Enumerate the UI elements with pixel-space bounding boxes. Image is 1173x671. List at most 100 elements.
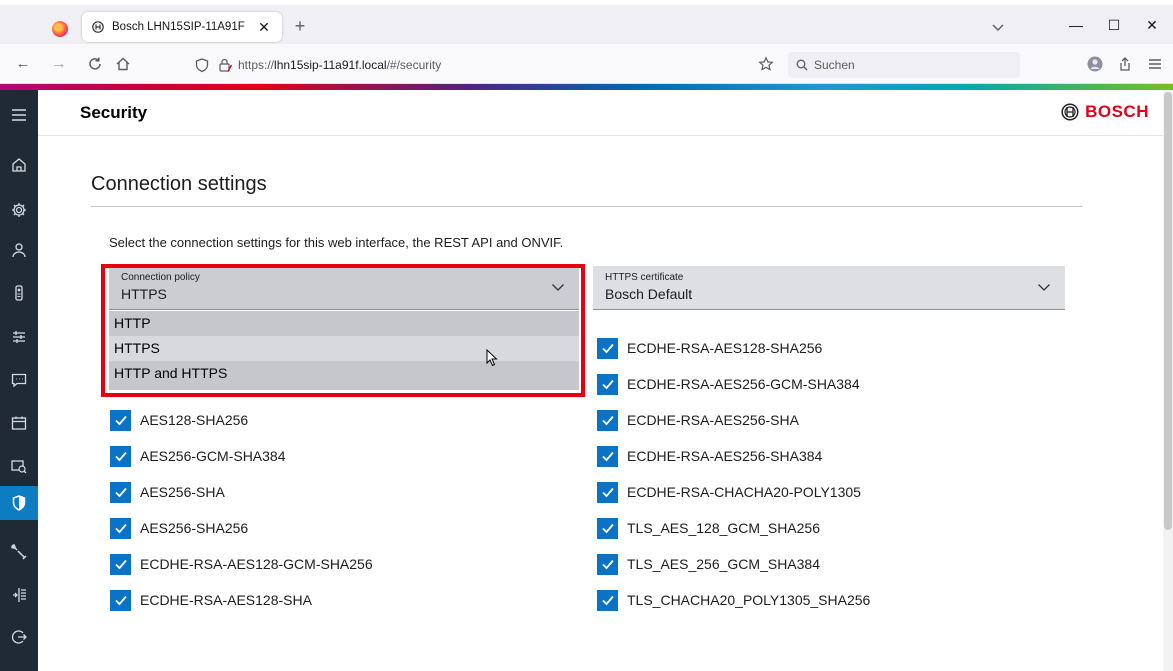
minimize-icon[interactable]: — bbox=[1066, 17, 1086, 33]
checkmark-icon bbox=[601, 559, 614, 570]
cipher-option[interactable]: ECDHE-RSA-AES256-SHA384 bbox=[597, 444, 822, 468]
address-bar[interactable]: https://lhn15sip-11a91f.local/#/security bbox=[182, 52, 782, 78]
page-header: Security BOSCH bbox=[38, 90, 1163, 136]
sidebar-item-user[interactable] bbox=[0, 233, 38, 267]
cipher-checkbox[interactable] bbox=[597, 445, 618, 467]
calendar-icon bbox=[11, 416, 27, 430]
checkmark-icon bbox=[114, 523, 127, 534]
sidebar-item-calendar[interactable] bbox=[0, 406, 38, 440]
https-certificate-select[interactable]: HTTPS certificate Bosch Default bbox=[593, 266, 1065, 310]
cipher-option[interactable]: TLS_AES_256_GCM_SHA384 bbox=[597, 552, 820, 576]
cipher-option[interactable]: TLS_AES_128_GCM_SHA256 bbox=[597, 516, 820, 540]
cipher-checkbox[interactable] bbox=[110, 445, 131, 467]
cipher-checkbox[interactable] bbox=[597, 553, 618, 575]
cipher-label: TLS_AES_128_GCM_SHA256 bbox=[627, 520, 820, 536]
user-icon bbox=[12, 243, 26, 258]
gear-icon bbox=[12, 203, 26, 217]
sidebar-item-layout[interactable] bbox=[0, 578, 38, 612]
cipher-checkbox[interactable] bbox=[110, 553, 131, 575]
share-icon[interactable] bbox=[1116, 55, 1134, 73]
cipher-checkbox[interactable] bbox=[110, 589, 131, 611]
cipher-option[interactable]: ECDHE-RSA-AES256-SHA bbox=[597, 408, 799, 432]
sliders-icon bbox=[13, 331, 25, 343]
cipher-option[interactable]: ECDHE-RSA-CHACHA20-POLY1305 bbox=[597, 480, 861, 504]
checkmark-icon bbox=[601, 379, 614, 390]
chat-icon bbox=[11, 373, 27, 388]
cipher-label: ECDHE-RSA-AES256-GCM-SHA384 bbox=[627, 376, 860, 392]
caption-cover bbox=[0, 0, 1173, 5]
sidebar bbox=[0, 90, 38, 671]
lock-warning-icon[interactable] bbox=[218, 58, 232, 72]
home-icon bbox=[12, 158, 26, 172]
sidebar-item-menu[interactable] bbox=[0, 98, 38, 132]
tab-close-icon[interactable]: ✕ bbox=[256, 19, 272, 36]
cipher-option[interactable]: TLS_CHACHA20_POLY1305_SHA256 bbox=[597, 588, 870, 612]
list-all-tabs-icon[interactable] bbox=[990, 20, 1006, 34]
connection-policy-select[interactable]: Connection policy HTTPS bbox=[109, 266, 579, 310]
search-bar[interactable]: Suchen bbox=[788, 52, 1020, 78]
checkmark-icon bbox=[601, 451, 614, 462]
cipher-label: AES256-GCM-SHA384 bbox=[140, 448, 286, 464]
cipher-label: ECDHE-RSA-AES128-GCM-SHA256 bbox=[140, 556, 373, 572]
browser-tab[interactable]: Bosch LHN15SIP-11A91F ✕ bbox=[82, 12, 282, 42]
cipher-option[interactable]: AES128-SHA256 bbox=[110, 408, 248, 432]
cipher-checkbox[interactable] bbox=[597, 517, 618, 539]
section-intro: Select the connection settings for this … bbox=[109, 235, 564, 250]
home-icon[interactable] bbox=[114, 55, 132, 73]
dropdown-option-http-and-https[interactable]: HTTP and HTTPS bbox=[109, 361, 579, 386]
page-title: Security bbox=[80, 103, 148, 122]
maximize-icon[interactable]: ☐ bbox=[1104, 17, 1124, 34]
sidebar-item-chat[interactable] bbox=[0, 363, 38, 397]
sidebar-item-camera[interactable] bbox=[0, 276, 38, 310]
cipher-checkbox[interactable] bbox=[597, 373, 618, 395]
cipher-checkbox[interactable] bbox=[110, 517, 131, 539]
connection-policy-dropdown: HTTP HTTPS HTTP and HTTPS bbox=[109, 311, 579, 390]
cipher-option[interactable]: AES256-SHA256 bbox=[110, 516, 248, 540]
wrench-icon bbox=[11, 544, 27, 560]
mouse-cursor-icon bbox=[486, 349, 498, 367]
sidebar-item-home[interactable] bbox=[0, 148, 38, 182]
dropdown-option-http[interactable]: HTTP bbox=[109, 311, 579, 336]
reload-icon[interactable] bbox=[86, 55, 104, 73]
tracking-shield-icon[interactable] bbox=[194, 57, 210, 73]
cipher-checkbox[interactable] bbox=[110, 481, 131, 503]
checkmark-icon bbox=[601, 595, 614, 606]
new-tab-icon[interactable]: + bbox=[290, 17, 310, 35]
sidebar-item-logout[interactable] bbox=[0, 620, 38, 654]
cipher-label: AES128-SHA256 bbox=[140, 412, 249, 428]
firefox-logo-icon[interactable] bbox=[52, 21, 68, 37]
cipher-label: ECDHE-RSA-AES128-SHA bbox=[140, 592, 312, 608]
sidebar-item-tools[interactable] bbox=[0, 535, 38, 569]
cipher-option[interactable]: AES256-GCM-SHA384 bbox=[110, 444, 286, 468]
cipher-checkbox[interactable] bbox=[597, 409, 618, 431]
cipher-option[interactable]: ECDHE-RSA-AES128-GCM-SHA256 bbox=[110, 552, 373, 576]
cipher-checkbox[interactable] bbox=[597, 337, 618, 359]
sidebar-item-security[interactable] bbox=[0, 486, 38, 520]
checkmark-icon bbox=[601, 487, 614, 498]
cipher-checkbox[interactable] bbox=[110, 409, 131, 431]
sidebar-item-sliders[interactable] bbox=[0, 320, 38, 354]
checkmark-icon bbox=[114, 451, 127, 462]
checkmark-icon bbox=[601, 415, 614, 426]
scrollbar-thumb[interactable] bbox=[1164, 92, 1172, 530]
logout-icon bbox=[11, 630, 27, 644]
cipher-option[interactable]: ECDHE-RSA-AES128-SHA bbox=[110, 588, 312, 612]
cipher-option[interactable]: AES256-SHA bbox=[110, 480, 225, 504]
dropdown-option-https[interactable]: HTTPS bbox=[109, 336, 579, 361]
app-menu-icon[interactable] bbox=[1146, 55, 1164, 73]
sidebar-item-settings[interactable] bbox=[0, 193, 38, 227]
account-avatar-icon[interactable] bbox=[1086, 55, 1104, 73]
close-window-icon[interactable]: ✕ bbox=[1142, 17, 1162, 34]
cipher-option[interactable]: ECDHE-RSA-AES128-SHA256 bbox=[597, 336, 822, 360]
connection-policy-value: HTTPS bbox=[121, 286, 167, 302]
shield-icon bbox=[12, 495, 26, 511]
cipher-option[interactable]: ECDHE-RSA-AES256-GCM-SHA384 bbox=[597, 372, 860, 396]
search-icon bbox=[796, 59, 808, 71]
forward-icon[interactable]: → bbox=[50, 55, 68, 73]
cipher-checkbox[interactable] bbox=[597, 589, 618, 611]
sidebar-item-recording[interactable] bbox=[0, 449, 38, 483]
cipher-label: ECDHE-RSA-CHACHA20-POLY1305 bbox=[627, 484, 861, 500]
bookmark-star-icon[interactable] bbox=[758, 56, 774, 72]
back-icon[interactable]: ← bbox=[14, 55, 32, 73]
cipher-checkbox[interactable] bbox=[597, 481, 618, 503]
